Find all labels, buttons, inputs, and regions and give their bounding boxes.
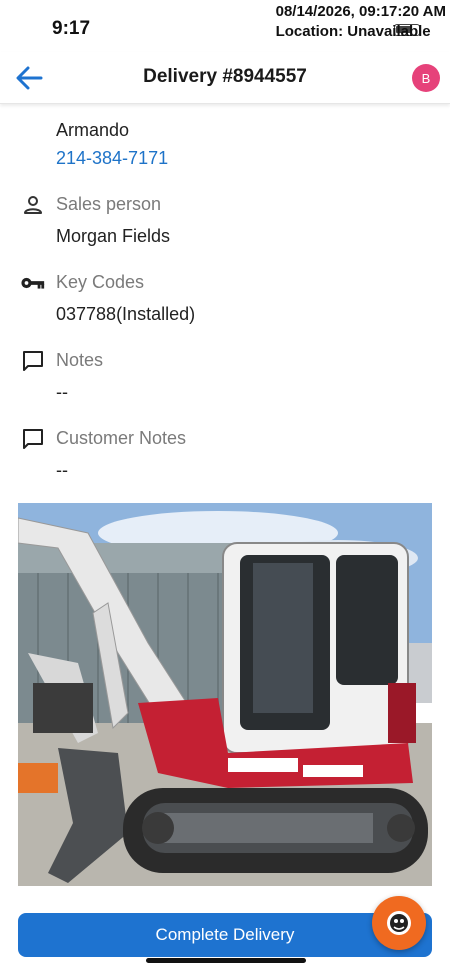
customer-notes-value: -- — [56, 460, 68, 480]
avatar[interactable]: B — [412, 64, 440, 92]
page-title: Delivery #8944557 — [143, 66, 307, 87]
contact-name: Armando — [56, 120, 130, 140]
complete-delivery-button[interactable]: Complete Delivery — [18, 913, 432, 957]
contact-phone-link[interactable]: 214-384-7171 — [56, 148, 168, 169]
stamp-datetime: 08/14/2026, 09:17:20 AM — [275, 3, 446, 20]
key-icon — [20, 270, 46, 296]
stamp-location: Location: Unavailable — [275, 23, 431, 40]
home-indicator — [146, 958, 306, 963]
key-codes-value: 037788(Installed) — [56, 304, 196, 324]
key-codes-label: Key Codes — [56, 272, 145, 292]
status-bar: 9:17 08/14/2026, 09:17:20 AM Location: U… — [0, 0, 450, 52]
support-bot-icon — [387, 911, 411, 935]
person-icon — [20, 192, 46, 218]
app-header: Delivery #8944557 B — [0, 52, 450, 104]
photo-stamp: 08/14/2026, 09:17:20 AM Location: Unavai… — [276, 2, 446, 42]
status-time: 9:17 — [52, 18, 91, 39]
support-fab[interactable] — [372, 896, 426, 950]
notes-value: -- — [56, 382, 68, 402]
customer-notes-label: Customer Notes — [56, 428, 187, 448]
notes-label: Notes — [56, 350, 104, 370]
comment-icon — [20, 348, 46, 374]
comment-icon — [20, 426, 46, 452]
excavator-illustration — [18, 503, 432, 886]
sales-person-label: Sales person — [56, 194, 162, 214]
delivery-photo[interactable] — [18, 503, 432, 886]
sales-person-value: Morgan Fields — [56, 226, 171, 246]
